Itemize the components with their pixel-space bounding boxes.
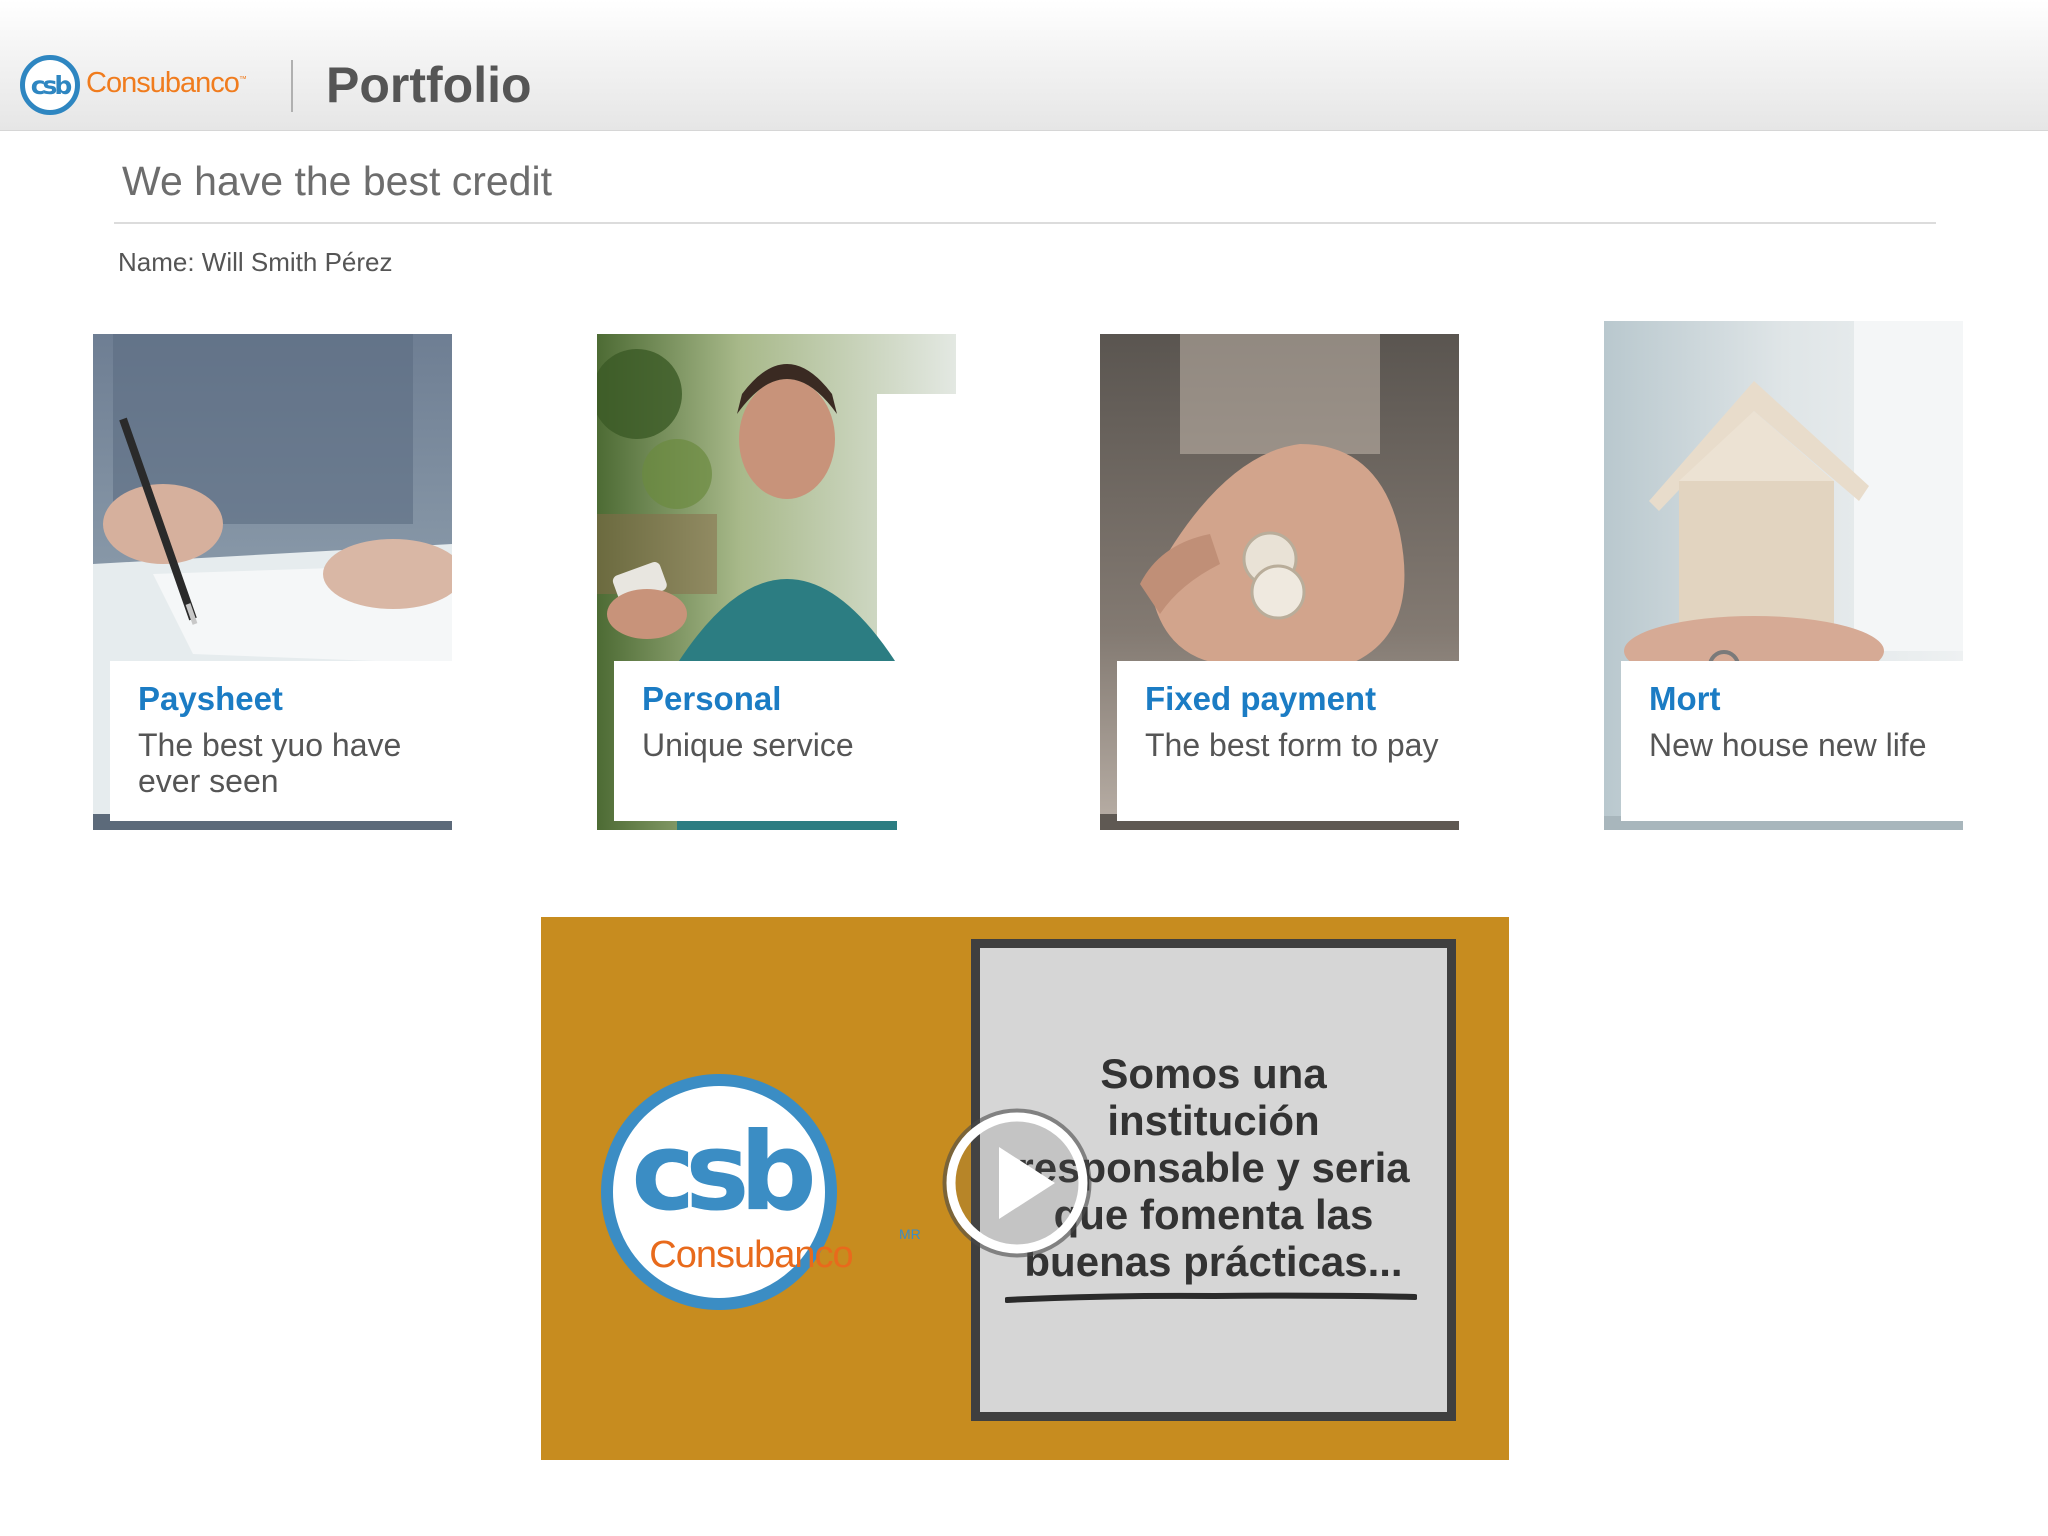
tagline: We have the best credit bbox=[122, 158, 552, 204]
card-panel: Fixed payment The best form to pay bbox=[1117, 661, 1459, 821]
card-description: Unique service bbox=[642, 727, 854, 763]
consubanco-wordmark: Consubanco bbox=[649, 1234, 852, 1276]
card-title: Paysheet bbox=[138, 680, 283, 717]
card-title: Mort bbox=[1649, 680, 1721, 717]
header-divider bbox=[291, 60, 293, 112]
card-panel: Paysheet The best yuo have ever seen bbox=[110, 661, 452, 821]
card-description: The best form to pay bbox=[1145, 727, 1439, 763]
intro-video[interactable]: csb Consubanco MR Somos una institución … bbox=[541, 917, 1509, 1460]
card-description: New house new life bbox=[1649, 727, 1927, 763]
card-title: Fixed payment bbox=[1145, 680, 1377, 717]
csb-mark-text: csb bbox=[631, 1110, 812, 1235]
play-icon[interactable] bbox=[937, 1103, 1097, 1263]
card-description: The best yuo have ever seen bbox=[138, 727, 402, 799]
page-title: Portfolio bbox=[326, 57, 532, 113]
card-fixed-payment[interactable]: Fixed payment The best form to pay bbox=[1100, 334, 1459, 830]
customer-name: Name: Will Smith Pérez bbox=[118, 247, 393, 277]
csb-consubanco-video-logo: csb Consubanco MR bbox=[601, 1074, 921, 1310]
underline-stroke bbox=[1005, 1292, 1417, 1303]
divider bbox=[114, 222, 1936, 224]
card-personal[interactable]: Personal Unique service bbox=[597, 334, 956, 830]
card-mort[interactable]: Mort New house new life bbox=[1604, 321, 1963, 830]
registered-mark: MR bbox=[899, 1226, 921, 1242]
card-panel: Personal Unique service bbox=[614, 661, 956, 821]
consubanco-logo[interactable]: csb Consubanco™ bbox=[20, 55, 270, 119]
csb-badge-icon: csb bbox=[20, 55, 80, 115]
card-title: Personal bbox=[642, 680, 782, 717]
app-header: csb Consubanco™ Portfolio bbox=[0, 0, 2048, 131]
logo-wordmark: Consubanco™ bbox=[86, 67, 247, 99]
card-paysheet[interactable]: Paysheet The best yuo have ever seen bbox=[93, 334, 452, 830]
card-panel: Mort New house new life bbox=[1621, 661, 1963, 821]
